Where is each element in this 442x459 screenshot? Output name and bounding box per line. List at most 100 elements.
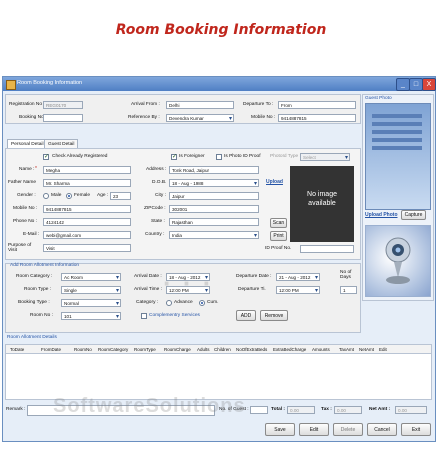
col-amounts[interactable]: Amounts [312, 347, 330, 352]
col-extrabedcharge[interactable]: ExtraBedCharge [273, 347, 306, 352]
booking-type-select[interactable]: Normal [61, 299, 121, 307]
photo-id-proof-checkbox[interactable] [216, 154, 222, 160]
phone-field[interactable]: 4124142 [43, 218, 131, 226]
cum-label: Cum. [207, 300, 219, 305]
country-select[interactable]: India [169, 231, 259, 239]
mobile-no-label: Mobile No : [251, 115, 276, 120]
is-foreigner-label: Is Foreigner [179, 154, 205, 159]
col-todate[interactable]: ToDate [10, 347, 24, 352]
complementry-checkbox[interactable] [141, 313, 147, 319]
tab-personal-detail[interactable]: Personal Detail [7, 139, 48, 148]
reference-by-select[interactable]: Devendra Kumar [166, 114, 234, 122]
edit-button[interactable]: Edit [299, 423, 329, 436]
tab-guest-detail[interactable]: Guest Detail [44, 139, 79, 148]
allot-details-header: Room Allotment Details [5, 335, 432, 343]
upload-photo-link[interactable]: Upload Photo [365, 212, 398, 218]
col-adults[interactable]: Adults [197, 347, 210, 352]
purpose-label: Purpose of Visit [8, 243, 32, 253]
cancel-button[interactable]: Cancel [367, 423, 397, 436]
reference-by-label: Reference By : [128, 115, 160, 120]
delete-button[interactable]: Delete [333, 423, 363, 436]
arrival-from-label: Arrival From : [131, 102, 160, 107]
col-noofextrabeds[interactable]: NoOfExtraBeds [236, 347, 267, 352]
is-foreigner-checkbox[interactable] [171, 153, 177, 160]
dob-picker[interactable]: 18 - Aug - 1988 [169, 179, 259, 187]
net-amt-field: 0.00 [395, 406, 427, 414]
room-type-select[interactable]: Single [61, 286, 121, 294]
email-field[interactable]: webi@gmail.com [43, 231, 131, 239]
photo-id-type-label: PhotoId Type : [270, 154, 301, 159]
registration-no-label: Registration No : [9, 102, 45, 107]
zip-field[interactable]: 302001 [169, 205, 259, 213]
age-label: Age : [97, 193, 109, 198]
allot-grid-header-row: ToDate FromDate RoomNo RoomCategory Room… [5, 344, 432, 354]
col-roomcharge[interactable]: RoomCharge [164, 347, 191, 352]
scan-button[interactable]: Scan [270, 218, 287, 228]
arrival-from-field[interactable]: Delhi [166, 101, 234, 109]
close-button[interactable]: X [422, 78, 436, 91]
age-field[interactable]: 23 [110, 192, 131, 200]
net-amt-label: Net Amt : [369, 407, 391, 412]
room-no-select[interactable]: 101 [61, 312, 121, 320]
minimize-button[interactable]: _ [396, 78, 410, 91]
remove-button[interactable]: Remove [260, 310, 288, 321]
watermark-bottom: SoftwareSolutions [53, 395, 246, 417]
cum-radio[interactable] [199, 300, 205, 306]
state-field[interactable]: Rajasthan [169, 218, 259, 226]
purpose-field[interactable]: Visit [43, 244, 131, 252]
mobile-no-field[interactable]: 9414887815 [278, 114, 356, 122]
name-label: Name : [19, 167, 35, 172]
departure-time-label: Departure Ti. [238, 287, 266, 292]
female-label: Female [74, 193, 90, 198]
mobile-field[interactable]: 9414887815 [43, 205, 131, 213]
col-netamt[interactable]: NetAmt [359, 347, 374, 352]
col-roomcategory[interactable]: RoomCategory [98, 347, 128, 352]
address-field[interactable]: Tonk Road, Jaipur [169, 166, 259, 174]
upload-link[interactable]: Upload [266, 179, 283, 185]
col-edit[interactable]: Edit [379, 347, 387, 352]
photo-id-type-select[interactable]: Select [300, 153, 350, 161]
gender-label: Gender : [17, 193, 36, 198]
booking-no-field[interactable] [43, 114, 83, 122]
complementry-label: Complementry Services [149, 313, 200, 318]
print-button[interactable]: Print [270, 231, 287, 241]
room-category-select[interactable]: Ac Room [61, 273, 121, 281]
col-roomtype[interactable]: RoomType [134, 347, 156, 352]
departure-time-picker[interactable]: 12:00 PM [276, 286, 320, 294]
check-registered-checkbox[interactable] [43, 153, 49, 160]
exit-button[interactable]: Exit [401, 423, 431, 436]
departure-to-field[interactable]: From [278, 101, 356, 109]
no-guest-field[interactable] [250, 406, 268, 414]
arrival-time-label: Arrival Time : [134, 287, 162, 292]
guest-photo-image [365, 103, 431, 210]
booking-type-label: Booking Type : [18, 300, 50, 305]
col-taxamt[interactable]: TaxAmt [339, 347, 354, 352]
guest-photo-panel: Guest Photo Upload Photo Capture [362, 94, 434, 301]
tax-label: Tax : [321, 407, 332, 412]
mobile-label: Mobile No : [13, 206, 38, 211]
no-days-field[interactable]: 1 [340, 286, 357, 294]
camera-preview [365, 225, 431, 297]
city-field[interactable]: Jaipur [169, 192, 259, 200]
allot-grid-body[interactable] [5, 354, 432, 400]
id-proof-no-field[interactable] [300, 245, 354, 253]
maximize-button[interactable]: □ [409, 78, 423, 91]
father-name-label: Father Name [8, 180, 36, 185]
col-children[interactable]: Children [214, 347, 231, 352]
room-allotment-section-title: Add Room Allotment Information [10, 263, 80, 268]
advance-radio[interactable] [166, 300, 172, 306]
capture-button[interactable]: Capture [401, 210, 426, 220]
email-label: E-Mail : [23, 232, 40, 237]
departure-date-picker[interactable]: 21 - Aug - 2012 [276, 273, 320, 281]
male-radio[interactable] [43, 193, 49, 199]
col-fromdate[interactable]: FromDate [41, 347, 61, 352]
save-button[interactable]: Save [265, 423, 295, 436]
registration-no-field[interactable]: REG0170 [43, 101, 83, 109]
window-titlebar[interactable]: Room Booking Information _ □ X [3, 77, 436, 91]
allot-details-title: Room Allotment Details [7, 335, 57, 340]
add-button[interactable]: ADD [236, 310, 256, 321]
female-radio[interactable] [66, 193, 72, 199]
name-field[interactable]: Megha [43, 166, 131, 174]
father-name-field[interactable]: Mr. Sharma [43, 179, 131, 187]
col-roomno[interactable]: RoomNo [74, 347, 92, 352]
